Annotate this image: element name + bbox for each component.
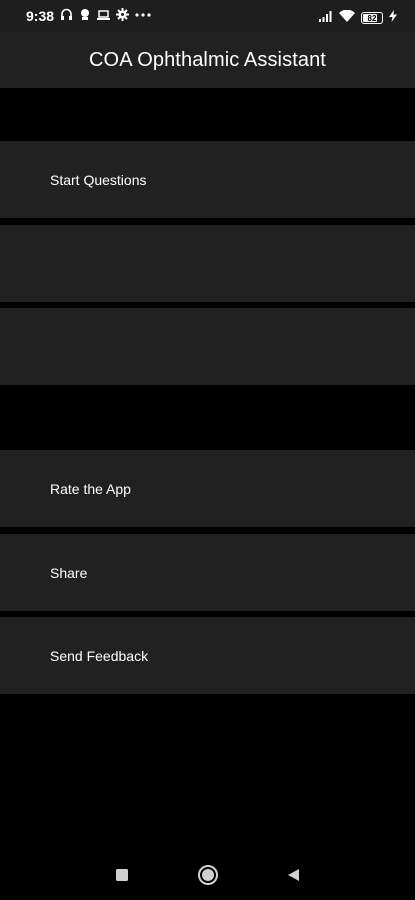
empty-menu-row-2[interactable] xyxy=(0,308,415,385)
laptop-icon xyxy=(97,9,110,21)
start-questions-button[interactable]: Start Questions xyxy=(0,141,415,218)
back-triangle-icon[interactable] xyxy=(280,862,306,888)
send-feedback-button[interactable]: Send Feedback xyxy=(0,617,415,694)
recents-square-icon[interactable] xyxy=(109,862,135,888)
settings-icon xyxy=(116,8,129,21)
wifi-icon xyxy=(339,9,355,27)
app-title: COA Ophthalmic Assistant xyxy=(89,48,326,71)
send-feedback-label: Send Feedback xyxy=(50,647,149,664)
status-bar: 9:38 82 xyxy=(0,0,415,32)
battery-text: 82 xyxy=(367,13,377,23)
start-questions-label: Start Questions xyxy=(50,171,147,188)
share-label: Share xyxy=(50,564,88,581)
status-time: 9:38 xyxy=(26,8,55,24)
battery-icon: 82 xyxy=(361,12,383,24)
headset-icon xyxy=(60,8,73,21)
share-button[interactable]: Share xyxy=(0,534,415,611)
nav-bar xyxy=(0,850,415,900)
empty-menu-row-1[interactable] xyxy=(0,225,415,302)
status-right-icons: 82 xyxy=(319,9,397,27)
home-circle-icon[interactable] xyxy=(195,862,221,888)
signal-icon xyxy=(319,9,333,27)
rate-app-button[interactable]: Rate the App xyxy=(0,450,415,527)
notification-icon xyxy=(79,8,91,21)
status-left-icons xyxy=(60,8,151,21)
charging-icon xyxy=(389,9,397,27)
more-dots-icon xyxy=(135,8,151,21)
rate-app-label: Rate the App xyxy=(50,480,131,497)
app-bar: COA Ophthalmic Assistant xyxy=(0,32,415,88)
